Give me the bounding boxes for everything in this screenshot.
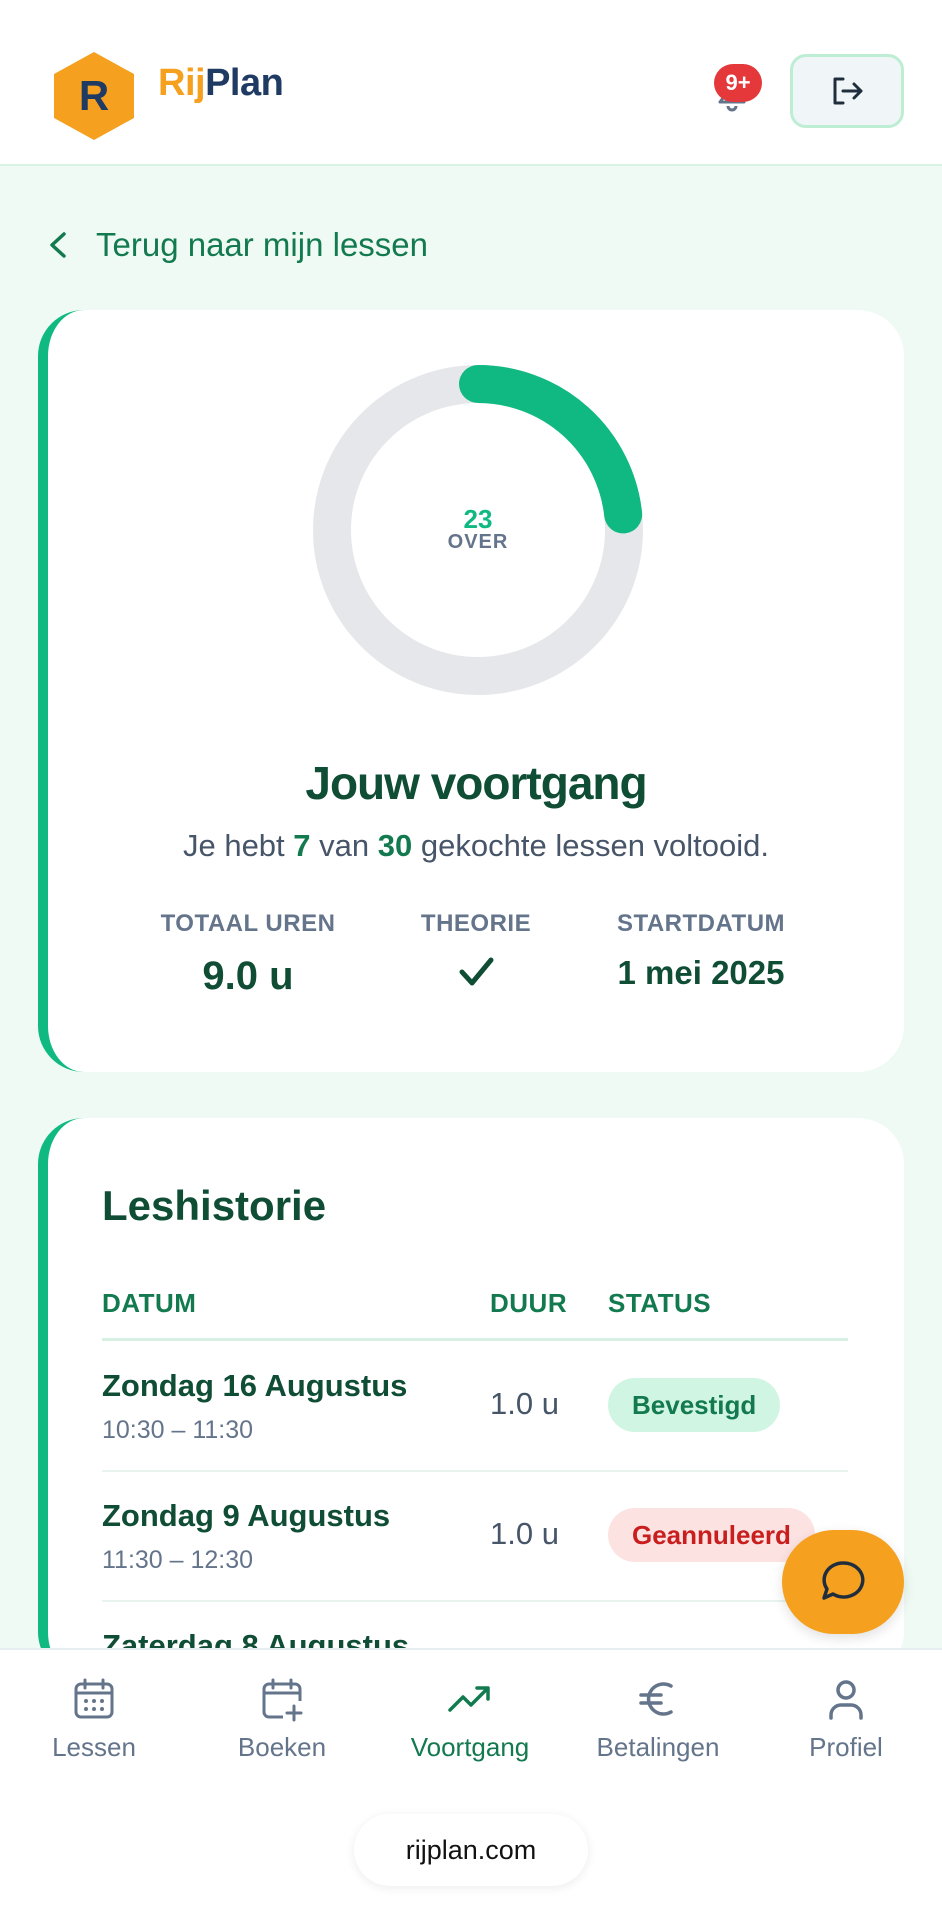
stat-total-hours-label: TOTAAL UREN — [160, 910, 336, 937]
row-duration: 1.0 u — [490, 1386, 559, 1421]
nav-label: Voortgang — [410, 1732, 530, 1762]
progress-summary: Je hebt 7 van 30 gekochte lessen voltooi… — [48, 828, 904, 864]
column-header-status[interactable]: STATUS — [608, 1288, 711, 1319]
purchased-count: 30 — [377, 828, 413, 863]
nav-item-boeken[interactable]: Boeken — [188, 1676, 376, 1763]
stat-theory-label: THEORIE — [420, 910, 532, 937]
summary-prefix: Je hebt — [182, 828, 285, 863]
row-duration: 1.0 u — [490, 1516, 559, 1551]
summary-suffix: gekochte lessen voltooid. — [420, 828, 770, 863]
nav-item-profiel[interactable]: Profiel — [752, 1676, 940, 1763]
stat-total-hours: TOTAAL UREN 9.0 u — [118, 910, 378, 999]
check-icon — [459, 957, 494, 986]
row-time: 10:30 – 11:30 — [102, 1416, 254, 1444]
nav-item-betalingen[interactable]: Betalingen — [564, 1676, 752, 1763]
row-date: Zondag 9 Augustus — [102, 1498, 391, 1533]
calendar-plus-icon — [262, 1678, 303, 1722]
column-header-duration[interactable]: DUUR — [490, 1288, 567, 1319]
chat-bubble-icon — [822, 1561, 865, 1600]
summary-middle: van — [319, 828, 370, 863]
header-divider — [102, 1338, 848, 1341]
donut-center: 23 OVER — [312, 364, 644, 696]
chevron-left-icon — [50, 232, 66, 258]
chat-button[interactable] — [782, 1530, 904, 1634]
svg-text:R: R — [79, 72, 109, 119]
column-header-date[interactable]: DATUM — [102, 1288, 196, 1319]
logout-button[interactable] — [790, 54, 904, 128]
lesson-history-card: Leshistorie DATUM DUUR STATUS Zondag 16 … — [38, 1118, 904, 1678]
notification-badge: 9+ — [714, 64, 762, 102]
stat-start-date-label: STARTDATUM — [616, 910, 786, 937]
stat-start-date: STARTDATUM 1 mei 2025 — [571, 910, 831, 992]
progress-card: 23 OVER Jouw voortgang Je hebt 7 van 30 … — [38, 310, 904, 1072]
stat-theory: THEORIE — [346, 910, 606, 992]
browser-url-bar[interactable]: rijplan.com — [354, 1814, 588, 1886]
nav-label: Betalingen — [596, 1732, 720, 1762]
completed-count: 7 — [293, 828, 311, 863]
logo-rij: Rij — [158, 62, 206, 104]
nav-label: Lessen — [52, 1732, 136, 1762]
stat-total-hours-value: 9.0 u — [202, 954, 294, 998]
app-header: R RijPlan 9+ — [0, 0, 942, 166]
back-to-lessons-link[interactable]: Terug naar mijn lessen — [46, 226, 428, 264]
logout-icon — [833, 77, 863, 105]
progress-title: Jouw voortgang — [305, 757, 647, 809]
remaining-label: OVER — [447, 530, 509, 553]
logo-plan: Plan — [205, 62, 284, 104]
euro-icon — [639, 1682, 673, 1716]
calendar-icon — [74, 1678, 114, 1719]
back-link-label: Terug naar mijn lessen — [96, 226, 428, 263]
status-badge: Geannuleerd — [608, 1508, 815, 1562]
row-time: 11:30 – 12:30 — [102, 1546, 254, 1574]
table-row[interactable]: Zondag 16 Augustus 10:30 – 11:30 1.0 u B… — [102, 1342, 848, 1472]
row-date: Zondag 16 Augustus — [102, 1368, 408, 1403]
table-row[interactable]: Zondag 9 Augustus 11:30 – 12:30 1.0 u Ge… — [102, 1472, 848, 1602]
nav-label: Profiel — [809, 1732, 883, 1762]
remaining-count: 23 — [463, 503, 493, 534]
trend-up-icon — [448, 1686, 490, 1712]
user-icon — [829, 1680, 863, 1720]
nav-item-lessen[interactable]: Lessen — [0, 1676, 188, 1763]
nav-item-voortgang[interactable]: Voortgang — [376, 1676, 564, 1763]
history-title: Leshistorie — [102, 1182, 327, 1229]
logo-hex-icon: R — [54, 52, 134, 140]
app-logo-text[interactable]: RijPlan — [158, 62, 284, 105]
stat-start-date-value: 1 mei 2025 — [617, 954, 785, 991]
nav-label: Boeken — [237, 1732, 327, 1762]
status-badge: Bevestigd — [608, 1378, 781, 1432]
